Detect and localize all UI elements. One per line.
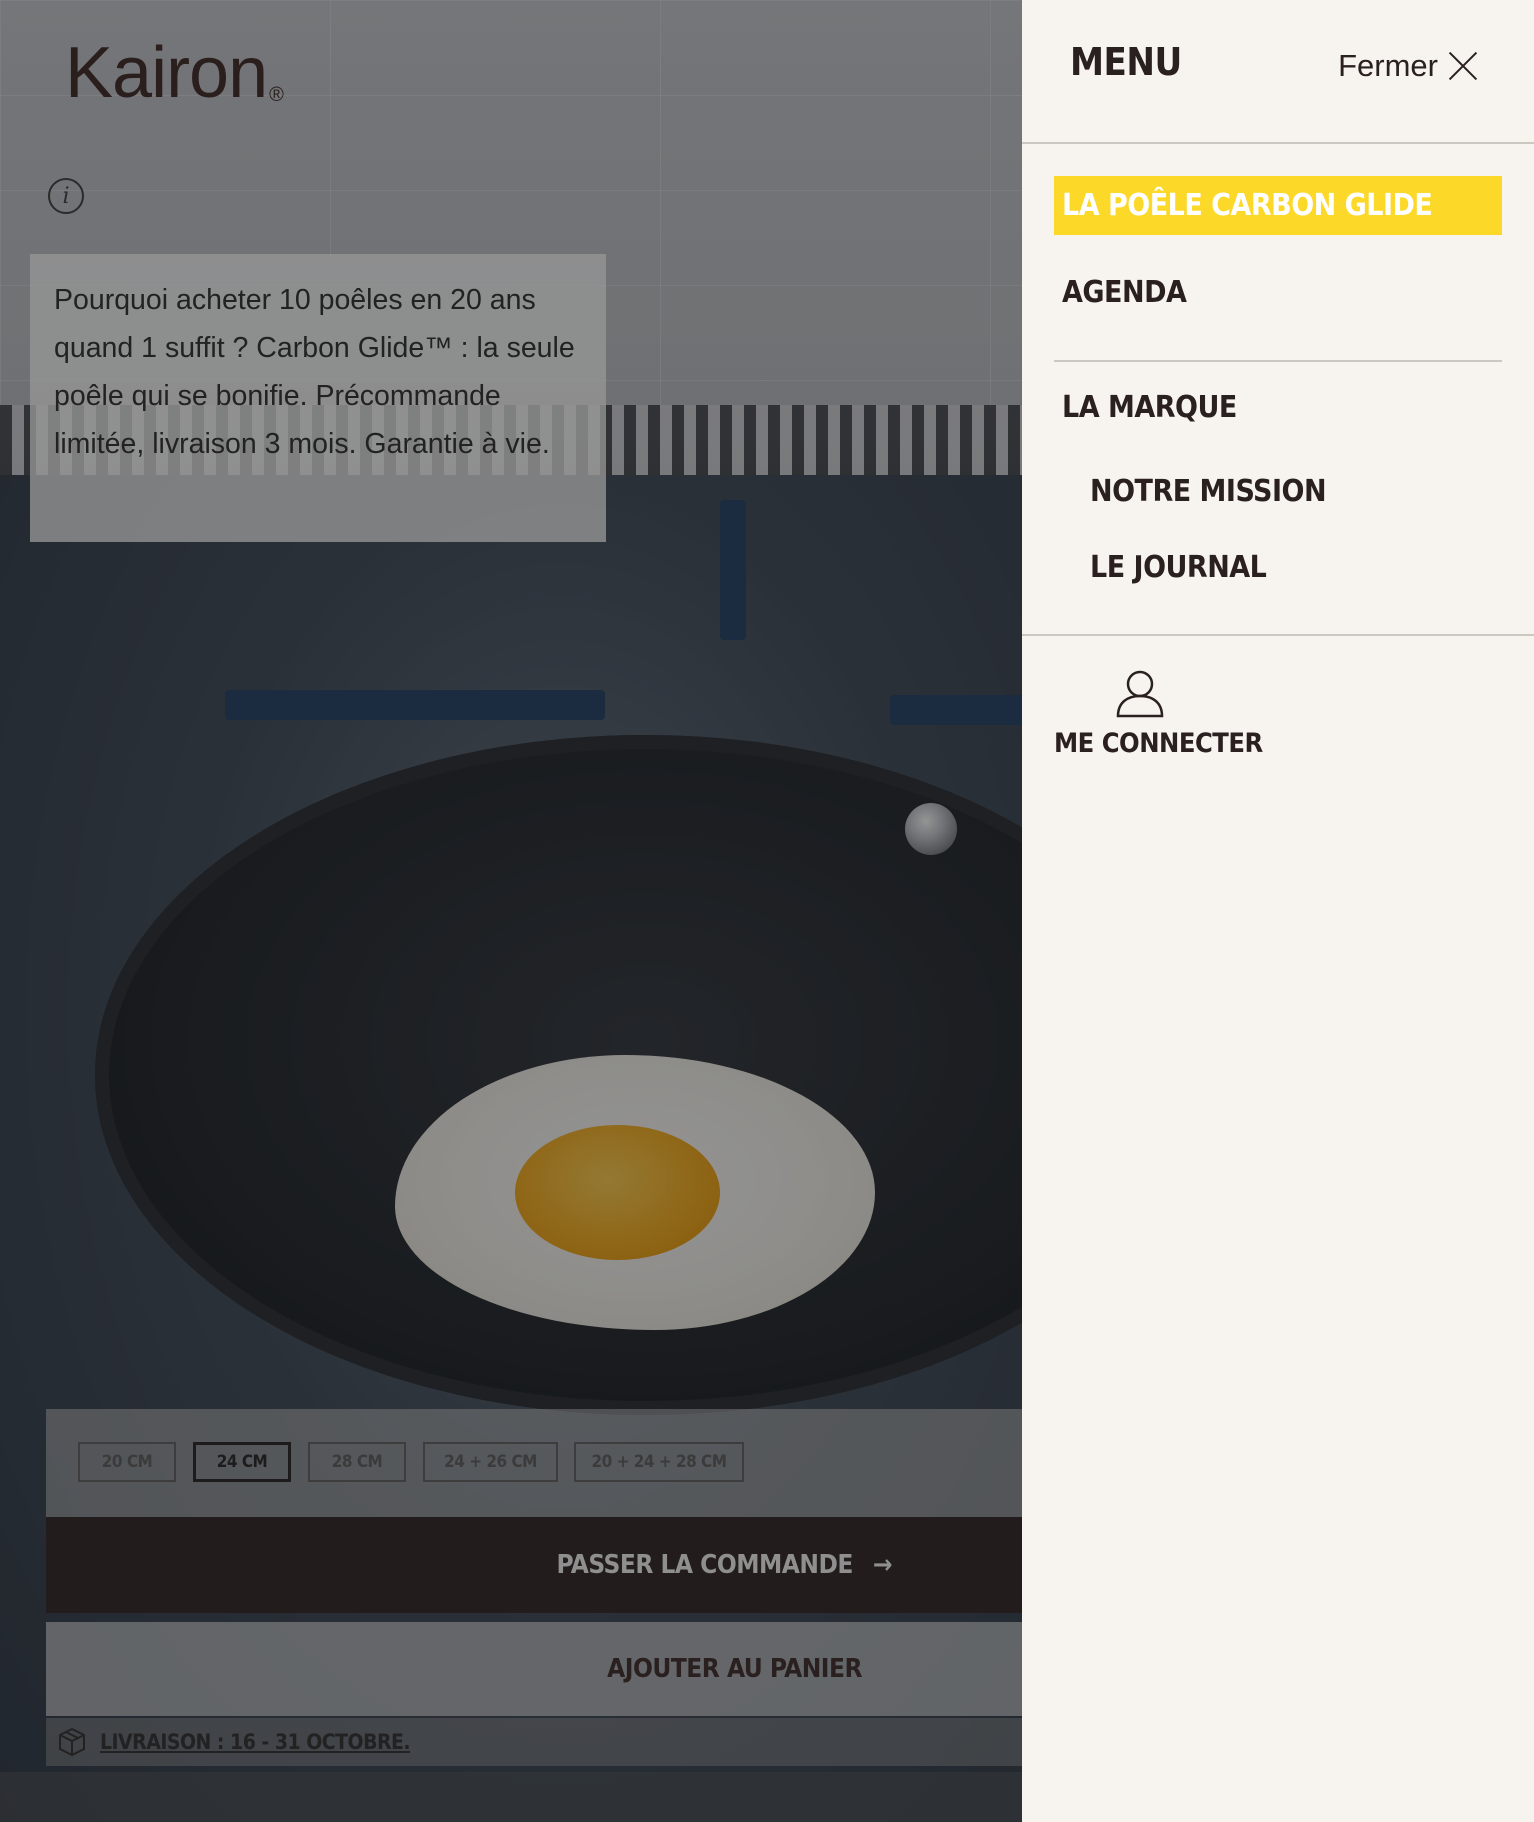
size-option-28[interactable]: 28 CM [308,1442,406,1482]
promo-box: Pourquoi acheter 10 poêles en 20 ans qua… [30,254,606,542]
menu-item-notre-mission[interactable]: NOTRE MISSION [1090,474,1327,509]
add-to-cart-label: AJOUTER AU PANIER [607,1654,862,1684]
menu-panel: MENU Fermer LA POÊLE CARBON GLIDE AGENDA… [1022,0,1534,1822]
promo-text: Pourquoi acheter 10 poêles en 20 ans qua… [54,284,575,460]
menu-divider [1022,142,1534,144]
order-button[interactable]: PASSER LA COMMANDE → [46,1517,1022,1613]
menu-item-la-marque[interactable]: LA MARQUE [1062,390,1237,425]
add-to-cart-button[interactable]: AJOUTER AU PANIER [46,1622,1022,1716]
logo-text: Kairon [65,33,268,113]
registered-mark: ® [269,84,284,106]
menu-item-agenda[interactable]: AGENDA [1062,275,1187,310]
size-option-20-24-28[interactable]: 20 + 24 + 28 CM [574,1442,744,1482]
menu-item-carbon-glide[interactable]: LA POÊLE CARBON GLIDE [1054,176,1502,235]
delivery-link[interactable]: LIVRAISON : 16 - 31 OCTOBRE. [100,1730,411,1754]
size-option-24-26[interactable]: 24 + 26 CM [423,1442,558,1482]
menu-title: MENU [1070,40,1182,84]
delivery-info: LIVRAISON : 16 - 31 OCTOBRE. [46,1718,1022,1766]
arrow-right-icon: → [872,1550,893,1580]
close-label: Fermer [1338,48,1438,83]
close-icon [1448,51,1478,81]
bottom-strip [0,1772,1022,1822]
info-icon[interactable]: i [48,178,84,214]
brand-logo[interactable]: Kairon ® [65,32,284,114]
menu-divider [1022,634,1534,636]
menu-divider [1054,360,1502,362]
size-option-20[interactable]: 20 CM [78,1442,176,1482]
menu-item-le-journal[interactable]: LE JOURNAL [1090,550,1267,585]
size-option-24[interactable]: 24 CM [193,1442,291,1482]
package-icon [59,1727,85,1757]
login-button[interactable]: ME CONNECTER [1054,728,1263,759]
order-button-label: PASSER LA COMMANDE [556,1550,854,1580]
close-menu-button[interactable]: Fermer [1338,48,1478,84]
size-selector: 20 CM 24 CM 28 CM 24 + 26 CM 20 + 24 + 2… [46,1409,1022,1517]
user-icon[interactable] [1112,666,1168,720]
